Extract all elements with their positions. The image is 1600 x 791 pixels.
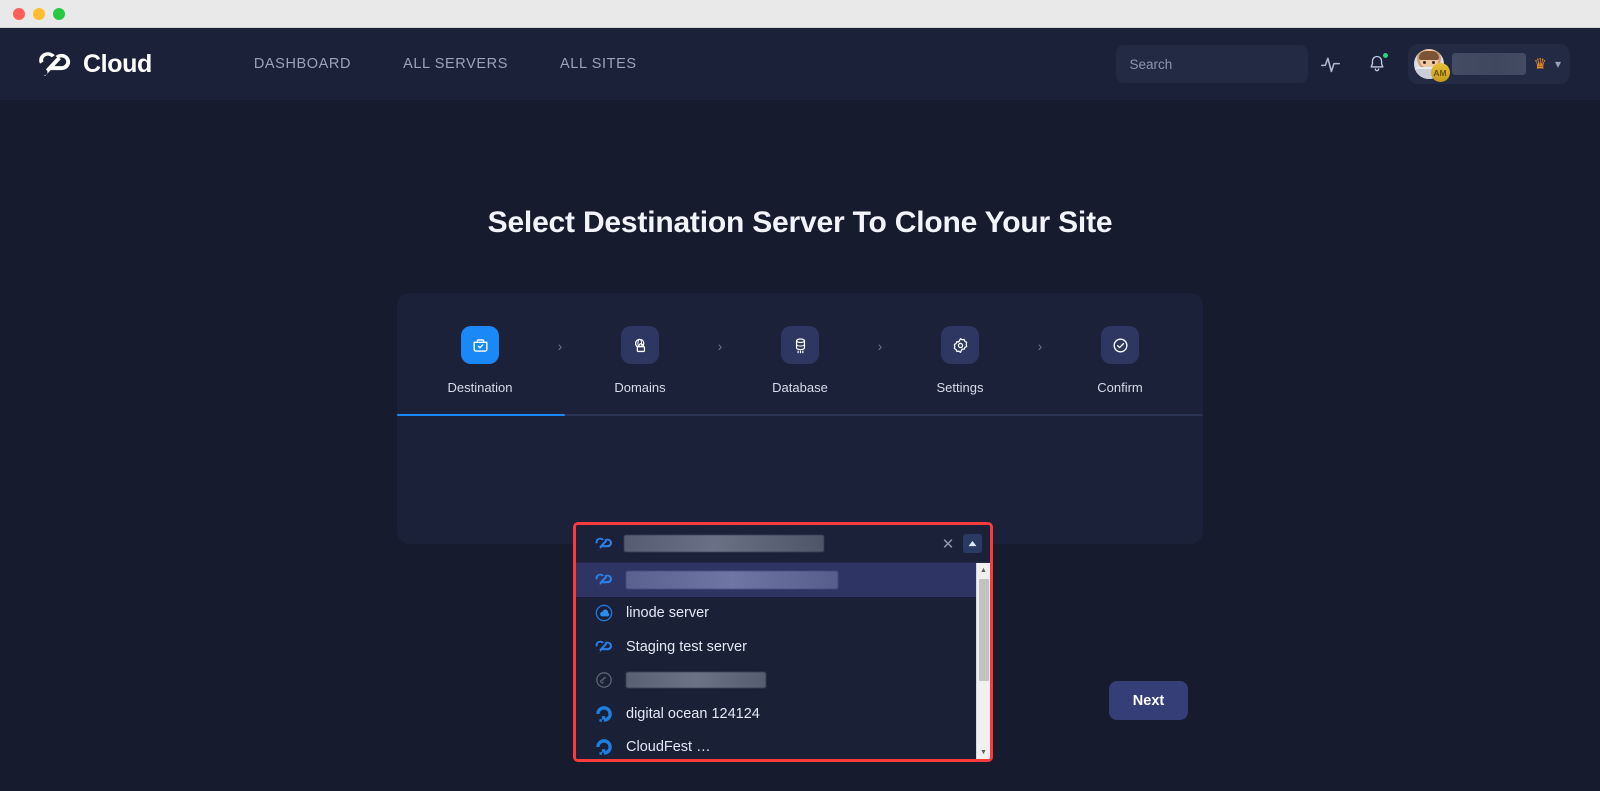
page-title: Select Destination Server To Clone Your … bbox=[487, 206, 1113, 239]
step-confirm[interactable]: Confirm bbox=[1055, 326, 1185, 395]
server-select-value-redacted bbox=[624, 535, 824, 552]
navbar-right-cluster: AM ♛ ▾ bbox=[1115, 41, 1570, 87]
nav-links: DASHBOARD ALL SERVERS ALL SITES bbox=[228, 46, 663, 82]
app-window: Cloud DASHBOARD ALL SERVERS ALL SITES Se… bbox=[0, 0, 1600, 791]
brand-logo[interactable]: Cloud bbox=[36, 48, 152, 80]
avatar-initials-badge: AM bbox=[1430, 63, 1450, 82]
crown-icon: ♛ bbox=[1533, 55, 1547, 73]
server-option-partial[interactable]: CloudFest … bbox=[576, 731, 976, 760]
search-input[interactable] bbox=[1129, 56, 1307, 72]
notifications-button[interactable] bbox=[1354, 41, 1400, 87]
chevron-down-icon[interactable]: ▾ bbox=[1555, 57, 1561, 71]
window-close-button[interactable] bbox=[13, 7, 25, 20]
server-options-scroll-area: linode server Staging test server digita… bbox=[576, 563, 976, 759]
step-separator-3: › bbox=[877, 338, 883, 354]
step-settings-icon-box bbox=[941, 326, 979, 364]
step-domains-label: Domains bbox=[614, 380, 666, 395]
step-database[interactable]: Database bbox=[735, 326, 865, 395]
server-select-options-list[interactable]: linode server Staging test server digita… bbox=[576, 563, 990, 759]
scrollbar-down-arrow[interactable]: ▼ bbox=[976, 745, 990, 759]
close-icon[interactable]: ✕ bbox=[937, 535, 959, 553]
globe-lock-icon bbox=[634, 338, 645, 352]
top-navbar: Cloud DASHBOARD ALL SERVERS ALL SITES Se… bbox=[0, 28, 1600, 100]
server-option-digital-ocean-label: digital ocean 124124 bbox=[626, 705, 760, 722]
window-zoom-button[interactable] bbox=[53, 7, 65, 20]
server-option-redacted-1[interactable] bbox=[576, 563, 976, 597]
cloudways-rocket-icon bbox=[595, 537, 613, 550]
disabled-server-icon bbox=[596, 672, 612, 689]
stepper-progress-fill bbox=[397, 414, 565, 416]
server-option-staging-test-server[interactable]: Staging test server bbox=[576, 630, 976, 664]
user-name-redacted bbox=[1451, 53, 1526, 75]
stepper-progress-track bbox=[397, 414, 1203, 416]
nav-link-all-servers[interactable]: ALL SERVERS bbox=[377, 46, 534, 82]
digitalocean-icon bbox=[596, 705, 612, 722]
cloudways-rocket-icon bbox=[595, 573, 613, 587]
notification-unread-dot bbox=[1381, 52, 1389, 59]
wizard-card: Destination › Domains › Database › Setti… bbox=[397, 293, 1203, 544]
chevron-up-glyph bbox=[968, 540, 977, 547]
step-settings-label: Settings bbox=[936, 380, 984, 395]
step-separator-2: › bbox=[717, 338, 723, 354]
window-titlebar bbox=[0, 0, 1600, 28]
search-box[interactable] bbox=[1115, 45, 1308, 83]
server-option-linode-label: linode server bbox=[626, 605, 710, 622]
avatar: AM bbox=[1413, 49, 1450, 82]
server-option-linode[interactable]: linode server bbox=[576, 597, 976, 631]
database-icon bbox=[795, 337, 805, 353]
nav-link-all-sites[interactable]: ALL SITES bbox=[534, 46, 663, 82]
step-confirm-icon-box bbox=[1101, 326, 1139, 364]
linode-icon bbox=[595, 604, 613, 622]
server-option-redacted-2[interactable] bbox=[576, 664, 976, 698]
activity-pulse-icon bbox=[1320, 57, 1341, 72]
step-database-label: Database bbox=[772, 380, 828, 395]
user-menu[interactable]: AM ♛ ▾ bbox=[1407, 44, 1570, 84]
activity-button[interactable] bbox=[1308, 41, 1354, 87]
server-option-partial-label: CloudFest … bbox=[626, 739, 711, 756]
step-settings[interactable]: Settings bbox=[895, 326, 1025, 395]
step-destination-label: Destination bbox=[447, 380, 513, 395]
step-domains-icon-box bbox=[621, 326, 659, 364]
cloudways-rocket-icon bbox=[595, 640, 613, 654]
check-circle-icon bbox=[1112, 337, 1128, 353]
server-option-label-redacted bbox=[626, 672, 766, 689]
step-destination[interactable]: Destination bbox=[415, 326, 545, 395]
next-button[interactable]: Next bbox=[1109, 681, 1188, 720]
step-separator-4: › bbox=[1037, 338, 1043, 354]
step-confirm-label: Confirm bbox=[1097, 380, 1143, 395]
server-option-digital-ocean[interactable]: digital ocean 124124 bbox=[576, 697, 976, 731]
step-separator-1: › bbox=[557, 338, 563, 354]
digitalocean-icon bbox=[596, 739, 612, 756]
cloudways-rocket-logo-icon bbox=[39, 52, 71, 77]
gear-icon bbox=[953, 337, 967, 353]
brand-name: Cloud bbox=[83, 49, 152, 78]
folder-check-icon bbox=[472, 338, 488, 352]
scrollbar-up-arrow[interactable]: ▲ bbox=[976, 563, 990, 577]
step-domains[interactable]: Domains bbox=[575, 326, 705, 395]
server-select-highlight: ✕ linode server Staging test server digi… bbox=[573, 522, 993, 762]
window-minimize-button[interactable] bbox=[33, 7, 45, 20]
step-destination-icon-box bbox=[461, 326, 499, 364]
server-option-label-redacted bbox=[626, 570, 838, 589]
server-options-scrollbar[interactable]: ▲ ▼ bbox=[976, 563, 990, 759]
step-database-icon-box bbox=[781, 326, 819, 364]
scrollbar-thumb[interactable] bbox=[978, 579, 989, 681]
main-stage: Select Destination Server To Clone Your … bbox=[0, 100, 1600, 791]
chevron-up-icon[interactable] bbox=[963, 534, 982, 553]
server-option-staging-label: Staging test server bbox=[626, 638, 747, 655]
server-select-control[interactable]: ✕ bbox=[576, 525, 990, 563]
nav-link-dashboard[interactable]: DASHBOARD bbox=[228, 46, 377, 82]
wizard-stepper: Destination › Domains › Database › Setti… bbox=[397, 293, 1203, 395]
